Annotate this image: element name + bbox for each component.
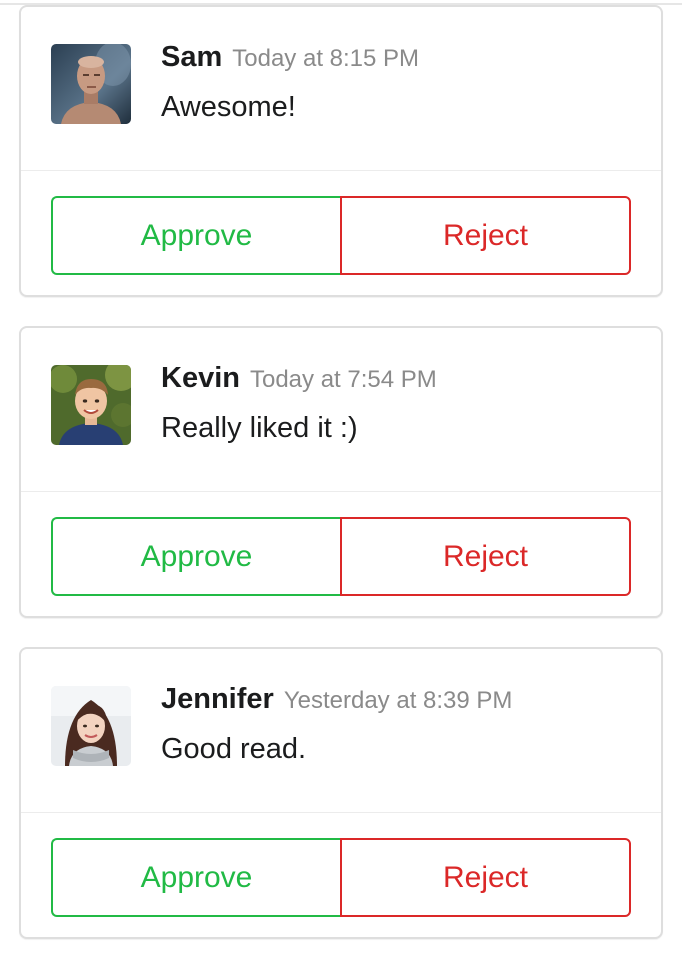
comment-content: Sam Today at 8:15 PM Awesome! (21, 7, 661, 171)
comment-text: Good read. (161, 733, 307, 765)
comment-meta: Sam Today at 8:15 PM (161, 41, 419, 74)
comment-meta: Kevin Today at 7:54 PM (161, 362, 437, 395)
avatar[interactable] (51, 686, 131, 766)
approve-button[interactable]: Approve (51, 517, 340, 596)
reject-button[interactable]: Reject (340, 517, 631, 596)
comment-content: Jennifer Yesterday at 8:39 PM Good read. (21, 649, 661, 813)
comment-text: Awesome! (161, 91, 296, 123)
approve-button[interactable]: Approve (51, 838, 340, 917)
approve-button[interactable]: Approve (51, 196, 340, 275)
woman-avatar-icon (51, 686, 131, 766)
action-buttons: Approve Reject (51, 517, 631, 596)
comment-content: Kevin Today at 7:54 PM Really liked it :) (21, 328, 661, 492)
action-buttons: Approve Reject (51, 196, 631, 275)
reject-button[interactable]: Reject (340, 838, 631, 917)
boy-avatar-icon (51, 365, 131, 445)
author-name[interactable]: Kevin (161, 362, 240, 394)
author-name[interactable]: Jennifer (161, 683, 274, 715)
comment-date: Yesterday at 8:39 PM (283, 687, 513, 714)
comment-text: Really liked it :) (161, 412, 358, 444)
reject-button[interactable]: Reject (340, 196, 631, 275)
author-name[interactable]: Sam (161, 41, 222, 73)
comment-card: Kevin Today at 7:54 PM Really liked it :)… (19, 326, 663, 618)
comment-meta: Jennifer Yesterday at 8:39 PM (161, 683, 512, 716)
comment-date: Today at 8:15 PM (232, 45, 420, 72)
comment-card: Sam Today at 8:15 PM Awesome! Approve Rej… (19, 5, 663, 297)
avatar[interactable] (51, 365, 131, 445)
comment-date: Today at 7:54 PM (249, 366, 437, 393)
comment-card: Jennifer Yesterday at 8:39 PM Good read. … (19, 647, 663, 939)
avatar[interactable] (51, 44, 131, 124)
man-avatar-icon (51, 44, 131, 124)
action-buttons: Approve Reject (51, 838, 631, 917)
